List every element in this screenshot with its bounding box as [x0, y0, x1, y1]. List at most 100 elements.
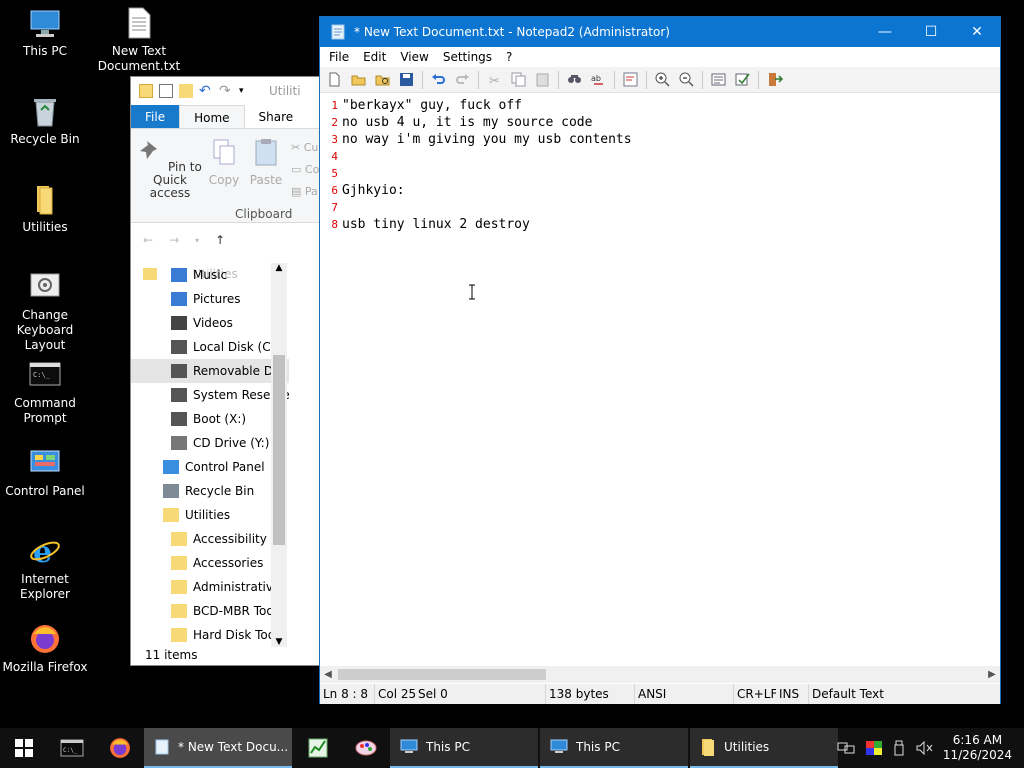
navigation-pane-scrollbar[interactable]: ▲ ▼ [271, 263, 287, 647]
menu-view[interactable]: View [393, 50, 435, 64]
scrollbar-thumb[interactable] [273, 355, 285, 545]
nav-item[interactable]: Accessories [131, 551, 289, 575]
scroll-right-icon[interactable]: ▶ [984, 666, 1000, 683]
desktop-icon-utilities[interactable]: Utilities [0, 182, 90, 235]
taskbar-pinned-firefox[interactable] [96, 728, 144, 768]
menu-settings[interactable]: Settings [436, 50, 499, 64]
status-encoding[interactable]: ANSI [635, 684, 734, 704]
nav-item[interactable]: Administrative [131, 575, 289, 599]
pin-to-quick-access-button[interactable]: Pin to Quick access [137, 137, 203, 200]
color-profile-icon[interactable] [865, 740, 883, 756]
nav-item[interactable]: Accessibility [131, 527, 289, 551]
cut-icon[interactable]: ✂ [486, 71, 503, 88]
volume-muted-icon[interactable] [915, 740, 933, 756]
replace-icon[interactable]: ab [590, 71, 607, 88]
desktop-icon-internet-explorer[interactable]: e Internet Explorer [0, 534, 90, 602]
console-icon: C:\_ [60, 739, 84, 757]
nav-item[interactable]: Music [131, 263, 289, 287]
zoom-out-icon[interactable] [678, 71, 695, 88]
nav-item[interactable]: Removable Dis [131, 359, 289, 383]
taskbar-pinned-console[interactable]: C:\_ [48, 728, 96, 768]
zoom-in-icon[interactable] [654, 71, 671, 88]
word-wrap-icon[interactable] [622, 71, 639, 88]
up-arrow-icon[interactable]: ↑ [215, 233, 225, 247]
exit-icon[interactable] [766, 71, 783, 88]
paste-shortcut-icon: ▤ [291, 185, 302, 198]
network-icon[interactable] [837, 740, 855, 756]
back-arrow-icon[interactable]: ← [143, 233, 153, 247]
nav-item[interactable]: Recycle Bin [131, 479, 289, 503]
desktop-icon-change-keyboard-layout[interactable]: Change Keyboard Layout [0, 270, 90, 353]
scroll-down-icon[interactable]: ▼ [271, 637, 287, 647]
chevron-down-icon[interactable]: ▾ [239, 84, 253, 98]
desktop-icon-command-prompt[interactable]: C:\_ Command Prompt [0, 358, 90, 426]
undo-icon[interactable]: ↶ [199, 84, 213, 98]
browse-icon[interactable] [374, 71, 391, 88]
chevron-down-icon[interactable]: ▾ [195, 236, 199, 245]
nav-item[interactable]: System Reserve [131, 383, 289, 407]
forward-arrow-icon[interactable]: → [169, 233, 179, 247]
redo-icon[interactable] [454, 71, 471, 88]
taskbar-pinned-paint[interactable] [342, 728, 390, 768]
new-file-icon[interactable] [326, 71, 343, 88]
properties-icon[interactable] [159, 84, 173, 98]
notepad2-window[interactable]: * New Text Document.txt - Notepad2 (Admi… [319, 16, 1001, 704]
copy-button[interactable]: Copy [207, 137, 241, 187]
customize-scheme-icon[interactable] [734, 71, 751, 88]
status-scheme[interactable]: Default Text [809, 684, 1000, 704]
status-eol[interactable]: CR+LF [734, 684, 776, 704]
minimize-button[interactable]: — [862, 17, 908, 47]
desktop-icon-new-text-document[interactable]: New Text Document.txt [94, 6, 184, 74]
new-folder-icon[interactable] [179, 84, 193, 98]
horizontal-scrollbar[interactable]: ◀ ▶ [320, 666, 1000, 683]
nav-item[interactable]: Control Panel [131, 455, 289, 479]
paste-icon[interactable] [534, 71, 551, 88]
maximize-button[interactable]: ☐ [908, 17, 954, 47]
copy-path-button[interactable]: ▭ Co [291, 159, 319, 181]
desktop-icon-recycle-bin[interactable]: Recycle Bin [0, 94, 90, 147]
nav-item[interactable]: Local Disk (C:) [131, 335, 289, 359]
paste-button[interactable]: Paste [247, 137, 285, 187]
nav-item[interactable]: Utilities [131, 503, 289, 527]
tab-home[interactable]: Home [179, 105, 245, 128]
tab-share[interactable]: Share [245, 105, 308, 128]
status-mode[interactable]: INS [776, 684, 809, 704]
taskbar-pinned-task-manager[interactable] [294, 728, 342, 768]
taskbar-task-this-pc-1[interactable]: This PC [390, 728, 538, 768]
undo-icon[interactable] [430, 71, 447, 88]
start-button[interactable] [0, 728, 48, 768]
redo-icon[interactable]: ↷ [219, 84, 233, 98]
find-icon[interactable] [566, 71, 583, 88]
taskbar-task-this-pc-2[interactable]: This PC [540, 728, 688, 768]
save-icon[interactable] [398, 71, 415, 88]
desktop-icon-control-panel[interactable]: Control Panel [0, 446, 90, 499]
desktop-icon-mozilla-firefox[interactable]: Mozilla Firefox [0, 622, 90, 675]
nav-item[interactable]: Videos [131, 311, 289, 335]
open-folder-icon[interactable] [350, 71, 367, 88]
clock[interactable]: 6:16 AM 11/26/2024 [943, 733, 1012, 763]
close-button[interactable]: ✕ [954, 17, 1000, 47]
menu-help[interactable]: ? [499, 50, 519, 64]
nav-item[interactable]: BCD-MBR Tool [131, 599, 289, 623]
scrollbar-thumb[interactable] [338, 669, 546, 680]
taskbar-task-utilities[interactable]: Utilities [690, 728, 838, 768]
nav-item[interactable]: CD Drive (Y:) H [131, 431, 289, 455]
text-editor[interactable]: 1 "berkayx" guy, fuck off 2 no usb 4 u, it … [320, 94, 1000, 669]
file-explorer-window[interactable]: ↶ ↷ ▾ Utiliti File Home Share Pin to Qui… [130, 76, 330, 666]
menu-file[interactable]: File [322, 50, 356, 64]
nav-item[interactable]: Boot (X:) [131, 407, 289, 431]
taskbar-task-notepad2[interactable]: * New Text Docu... [144, 728, 292, 768]
menu-edit[interactable]: Edit [356, 50, 393, 64]
usb-drive-icon[interactable] [893, 740, 905, 756]
desktop-icon-this-pc[interactable]: This PC [0, 6, 90, 59]
nav-item[interactable]: Pictures [131, 287, 289, 311]
cut-button[interactable]: ✂ Cu [291, 137, 319, 159]
nav-item[interactable]: Hard Disk Tool: [131, 623, 289, 647]
copy-icon[interactable] [510, 71, 527, 88]
tab-file[interactable]: File [131, 105, 180, 128]
scheme-icon[interactable] [710, 71, 727, 88]
paste-shortcut-button[interactable]: ▤ Pa [291, 181, 319, 203]
scroll-up-icon[interactable]: ▲ [271, 263, 287, 273]
title-bar[interactable]: * New Text Document.txt - Notepad2 (Admi… [320, 17, 1000, 47]
scroll-left-icon[interactable]: ◀ [320, 666, 336, 683]
